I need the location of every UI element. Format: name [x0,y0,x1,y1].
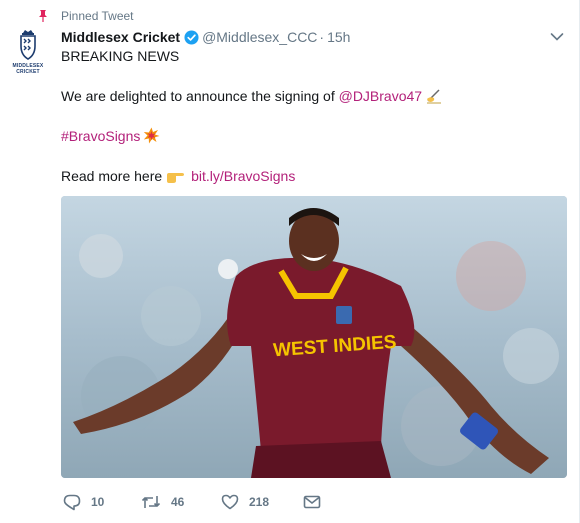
tweet-line-announcement: We are delighted to announce the signing… [61,87,443,105]
tweet-media-photo[interactable]: WEST INDIES [61,196,567,478]
tweet-line-hashtag: #BravoSigns [61,127,160,145]
display-name[interactable]: Middlesex Cricket [61,29,180,45]
pin-icon [39,10,47,22]
retweet-icon [141,496,161,508]
pinned-indicator: Pinned Tweet [0,9,580,23]
cricket-player-photo: WEST INDIES [61,196,567,478]
direct-message-button[interactable] [303,492,331,512]
mention-link[interactable]: @DJBravo47 [339,88,422,104]
avatar-wordmark: MIDDLESEX CRICKET [12,63,44,75]
bitly-link[interactable]: bit.ly/BravoSigns [191,168,295,184]
verified-badge-icon [184,30,199,45]
collision-emoji [144,127,160,144]
avatar[interactable]: MIDDLESEX CRICKET [10,29,46,75]
chevron-down-icon[interactable] [550,32,564,42]
tweet-actions: 10 46 218 [61,492,561,512]
separator: · [319,29,325,45]
reply-count: 10 [91,495,105,509]
hashtag-link[interactable]: #BravoSigns [61,128,140,144]
pointing-right-emoji [167,173,185,183]
writing-hand-emoji [427,89,442,104]
like-button[interactable]: 218 [221,492,269,512]
heart-icon [221,494,239,510]
middlesex-crest-icon [20,30,36,60]
tweet-line-breaking: BREAKING NEWS [61,48,180,64]
reply-icon [63,494,81,510]
tweet-timestamp[interactable]: 15h [327,29,350,45]
retweet-count: 46 [171,495,185,509]
user-handle[interactable]: @Middlesex_CCC [202,29,317,45]
like-count: 218 [249,495,270,509]
tweet-line-readmore: Read more here bit.ly/BravoSigns [61,168,296,184]
reply-button[interactable]: 10 [63,492,104,512]
pinned-label: Pinned Tweet [61,9,134,23]
retweet-button[interactable]: 46 [141,492,184,512]
envelope-icon [303,495,321,509]
tweet-header: Middlesex Cricket @Middlesex_CCC · 15h [61,28,350,46]
